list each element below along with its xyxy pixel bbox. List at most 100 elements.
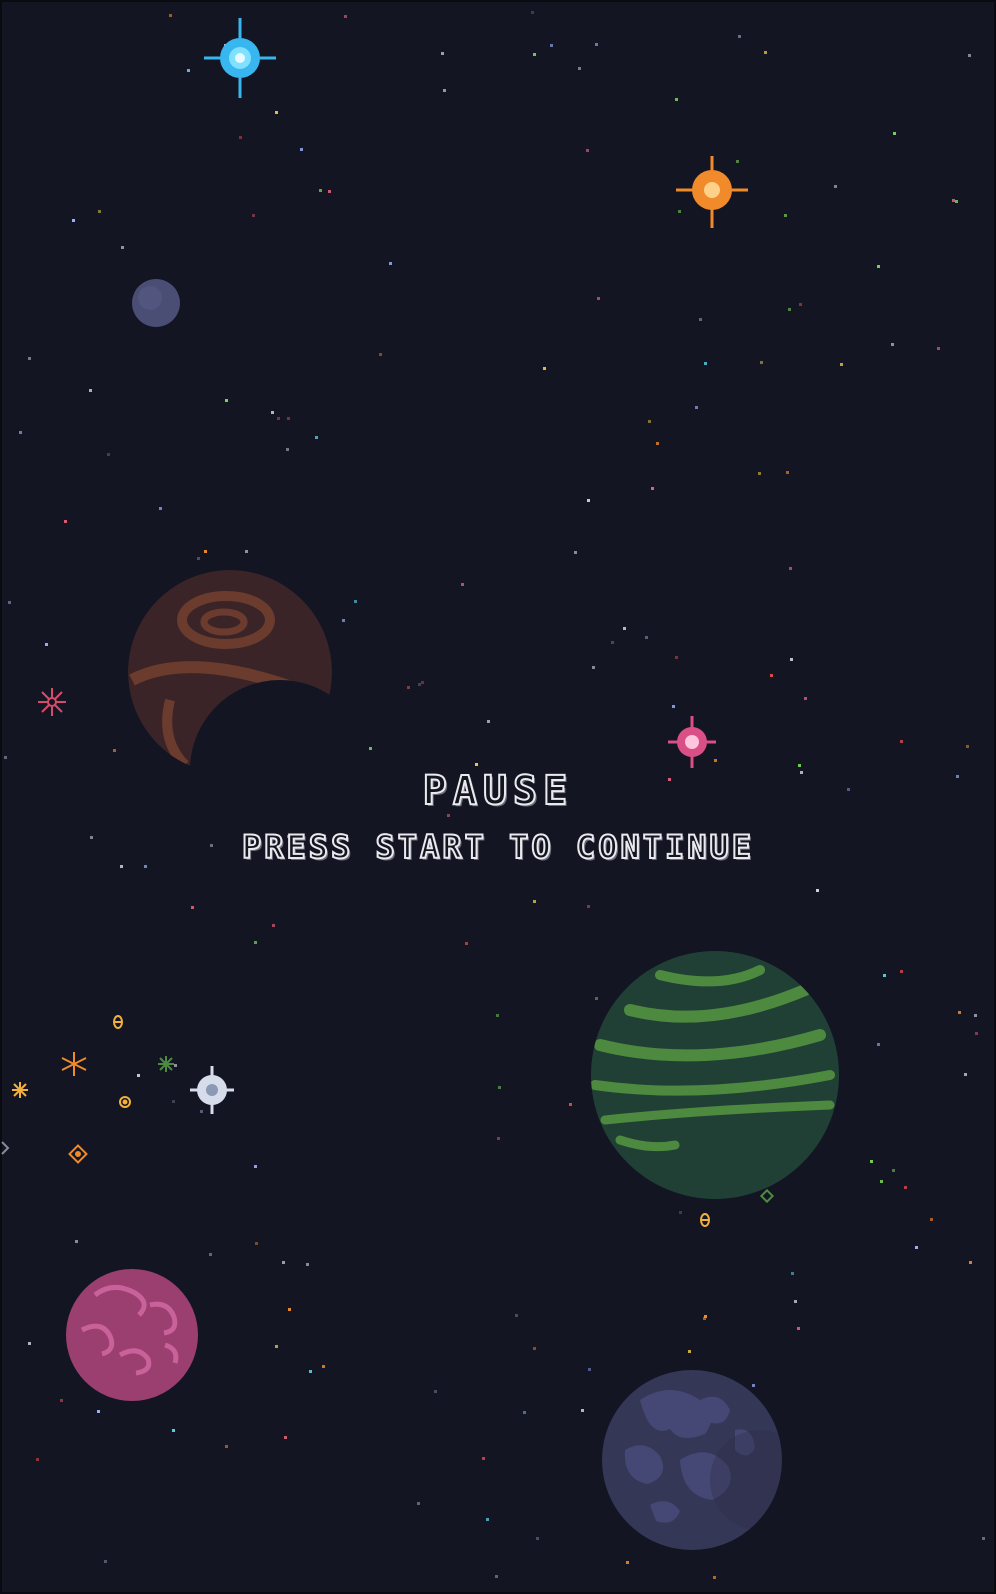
star-dot [254,1165,257,1168]
star-dot [191,906,194,909]
star-dot [790,658,793,661]
star-dot [799,303,802,306]
star-dot [533,1347,536,1350]
star-dot [834,185,837,188]
star-dot [447,814,450,817]
white-star-icon [190,1066,234,1114]
star-dot [626,1561,629,1564]
star-dot [8,601,11,604]
star-dot [306,1263,309,1266]
star-dot [354,600,357,603]
star-dot [904,1186,907,1189]
star-dot [623,627,626,630]
star-dot [791,1272,794,1275]
star-dot [587,905,590,908]
star-dot [300,148,303,151]
star-dot [482,1457,485,1460]
star-dot [797,1327,800,1330]
star-dot [72,219,75,222]
star-dot [651,487,654,490]
star-dot [586,149,589,152]
star-dot [328,190,331,193]
star-dot [389,262,392,265]
star-dot [550,44,553,47]
star-dot [75,1240,78,1243]
star-dot [434,1390,437,1393]
star-dot [282,1261,285,1264]
star-dot [656,442,659,445]
star-dot [736,160,739,163]
star-dot [344,15,347,18]
game-screen: PAUSE PRESS START TO CONTINUE [0,0,996,1594]
star-dot [319,189,322,192]
star-dot [578,67,581,70]
star-dot [144,865,147,868]
star-dot [704,362,707,365]
star-dot [597,297,600,300]
star-dot [937,347,940,350]
star-dot [678,210,681,213]
star-dot [588,1368,591,1371]
star-dot [704,1315,707,1318]
star-dot [121,246,124,249]
star-dot [955,200,958,203]
star-dot [19,431,22,434]
star-dot [648,420,651,423]
star-dot [574,551,577,554]
star-dot [891,343,894,346]
star-dot [592,666,595,669]
star-dot [893,132,896,135]
green-banded-planet [591,951,839,1199]
star-dot [252,214,255,217]
small-gray-moon [132,279,180,327]
star-dot [225,399,228,402]
star-dot [245,550,248,553]
star-dot [595,997,598,1000]
star-dot [475,763,478,766]
star-dot [900,970,903,973]
purple-cratered-planet [602,1370,782,1550]
star-dot [804,697,807,700]
star-dot [569,1103,572,1106]
star-dot [788,308,791,311]
star-dot [877,265,880,268]
star-dot [900,740,903,743]
star-dot [288,1308,291,1311]
star-dot [958,1011,961,1014]
star-dot [36,1458,39,1461]
star-dot [287,417,290,420]
star-dot [98,210,101,213]
blue-star-icon [204,18,276,98]
star-dot [675,98,678,101]
star-dot [200,1110,203,1113]
star-dot [966,745,969,748]
star-dot [204,550,207,553]
pink-star-icon [668,716,716,768]
star-dot [277,417,280,420]
star-dot [738,35,741,38]
star-dot [611,641,614,644]
star-dot [974,1014,977,1017]
star-dot [275,1345,278,1348]
star-dot [798,764,801,767]
star-dot [880,1180,883,1183]
star-dot [174,1064,177,1067]
star-dot [536,1537,539,1540]
star-dot [275,111,278,114]
star-dot [679,1211,682,1214]
star-dot [89,389,92,392]
star-dot [28,357,31,360]
star-dot [137,1074,140,1077]
star-dot [104,1560,107,1563]
star-dot [315,436,318,439]
star-dot [187,69,190,72]
star-dot [287,835,290,838]
star-dot [210,844,213,847]
star-dot [379,353,382,356]
star-dot [752,1384,755,1387]
star-dot [45,643,48,646]
star-dot [695,406,698,409]
star-dot [714,759,717,762]
star-dot [172,1429,175,1432]
star-dot [254,941,257,944]
